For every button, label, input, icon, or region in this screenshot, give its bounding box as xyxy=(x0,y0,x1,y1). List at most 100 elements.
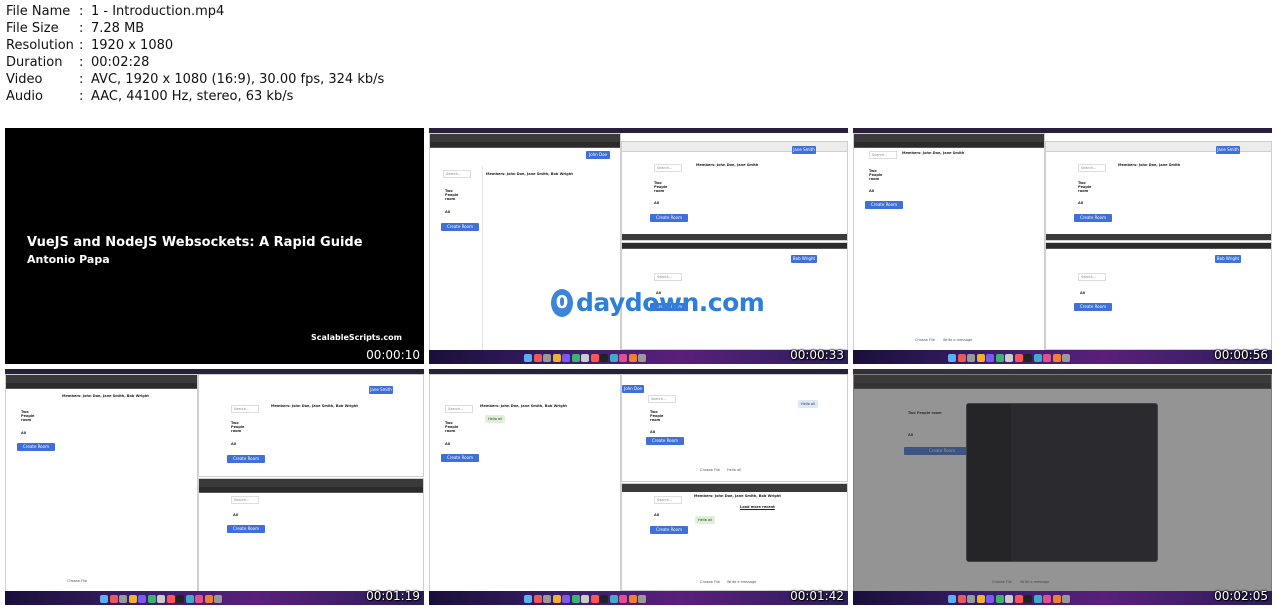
choose-file-button[interactable]: Choose File xyxy=(67,579,87,583)
app-icon[interactable] xyxy=(562,595,570,603)
choose-file-button[interactable]: Choose File xyxy=(915,338,935,342)
user-button[interactable]: Jane Smith xyxy=(369,386,393,394)
room-all[interactable]: All xyxy=(869,189,874,193)
message-input[interactable]: Hello all xyxy=(727,468,741,472)
app-icon[interactable] xyxy=(1024,595,1032,603)
search-input[interactable]: Search... xyxy=(654,496,682,504)
thumbnail-frame[interactable]: John Doe Search... Members: John Doe, Ja… xyxy=(429,128,848,364)
app-icon[interactable] xyxy=(995,354,1004,362)
room-two-people[interactable]: Two People room xyxy=(654,181,676,193)
app-icon[interactable] xyxy=(552,354,561,362)
app-icon[interactable] xyxy=(948,354,956,362)
app-icon[interactable] xyxy=(571,595,580,603)
app-icon[interactable] xyxy=(1033,354,1042,362)
app-icon[interactable] xyxy=(1005,354,1013,362)
app-icon[interactable] xyxy=(195,595,203,603)
room-all[interactable]: All xyxy=(21,431,26,435)
room-all[interactable]: All xyxy=(231,442,236,446)
room-two-people[interactable]: Two People room xyxy=(1078,181,1100,193)
load-more-link[interactable]: Load more recent xyxy=(740,505,775,509)
app-icon[interactable] xyxy=(543,354,551,362)
app-icon[interactable] xyxy=(628,595,637,603)
create-room-button[interactable]: Create Room xyxy=(227,455,265,463)
room-all[interactable]: All xyxy=(650,430,655,434)
app-icon[interactable] xyxy=(1043,354,1051,362)
room-all[interactable]: All xyxy=(654,513,659,517)
search-input[interactable]: Search... xyxy=(1078,273,1106,281)
file-picker-dialog[interactable] xyxy=(966,403,1158,562)
app-icon[interactable] xyxy=(524,354,532,362)
app-icon[interactable] xyxy=(214,595,222,603)
app-icon[interactable] xyxy=(1005,595,1013,603)
app-icon[interactable] xyxy=(100,595,108,603)
create-room-button[interactable]: Create Room xyxy=(650,214,688,222)
app-icon[interactable] xyxy=(571,354,580,362)
app-icon[interactable] xyxy=(533,354,542,362)
user-button[interactable]: Jane Smith xyxy=(792,146,816,154)
user-button[interactable]: John Doe xyxy=(622,385,644,393)
search-input[interactable]: Search... xyxy=(1078,164,1106,172)
search-input[interactable]: Search... xyxy=(443,170,471,178)
search-input[interactable]: Search... xyxy=(654,164,682,172)
app-icon[interactable] xyxy=(166,595,175,603)
choose-file-button[interactable]: Choose File xyxy=(700,468,720,472)
app-icon[interactable] xyxy=(1062,595,1070,603)
app-icon[interactable] xyxy=(590,354,599,362)
search-input[interactable]: Search... xyxy=(648,395,676,403)
app-icon[interactable] xyxy=(957,595,966,603)
user-button[interactable]: Jane Smith xyxy=(1216,146,1240,154)
create-room-button[interactable]: Create Room xyxy=(865,201,903,209)
create-room-button[interactable]: Create Room xyxy=(17,443,55,451)
thumbnail-frame[interactable]: Two People room All Create Room Choose F… xyxy=(853,369,1272,605)
room-two-people[interactable]: Two People room xyxy=(869,169,891,181)
app-icon[interactable] xyxy=(967,354,975,362)
user-button[interactable]: Bob Wright xyxy=(791,255,817,263)
app-icon[interactable] xyxy=(638,354,646,362)
app-icon[interactable] xyxy=(619,354,627,362)
search-input[interactable]: Search... xyxy=(654,273,682,281)
app-icon[interactable] xyxy=(986,595,994,603)
room-two-people[interactable]: Two People room xyxy=(231,421,253,433)
room-all[interactable]: All xyxy=(1078,201,1083,205)
app-icon[interactable] xyxy=(1024,354,1032,362)
app-icon[interactable] xyxy=(609,595,618,603)
app-icon[interactable] xyxy=(581,354,589,362)
app-icon[interactable] xyxy=(995,595,1004,603)
create-room-button[interactable]: Create Room xyxy=(227,525,265,533)
create-room-button[interactable]: Create Room xyxy=(646,437,684,445)
room-all[interactable]: All xyxy=(654,201,659,205)
app-icon[interactable] xyxy=(600,595,608,603)
search-input[interactable]: Search... xyxy=(231,496,259,504)
app-icon[interactable] xyxy=(948,595,956,603)
search-input[interactable]: Search... xyxy=(869,151,897,159)
create-room-button[interactable]: Create Room xyxy=(441,223,479,231)
room-all[interactable]: All xyxy=(1080,291,1085,295)
app-icon[interactable] xyxy=(562,354,570,362)
app-icon[interactable] xyxy=(524,595,532,603)
choose-file-button[interactable]: Choose File xyxy=(700,580,720,584)
app-icon[interactable] xyxy=(976,354,985,362)
app-icon[interactable] xyxy=(976,595,985,603)
create-room-button[interactable]: Create Room xyxy=(650,526,688,534)
message-input[interactable]: Write a message xyxy=(727,580,756,584)
app-icon[interactable] xyxy=(138,595,146,603)
thumbnail-frame[interactable]: Search... Members: John Doe, Jane Smith … xyxy=(853,128,1272,364)
app-icon[interactable] xyxy=(1062,354,1070,362)
app-icon[interactable] xyxy=(119,595,127,603)
app-icon[interactable] xyxy=(552,595,561,603)
message-input[interactable]: Write a message xyxy=(943,338,972,342)
user-button[interactable]: Bob Wright xyxy=(1215,255,1241,263)
app-icon[interactable] xyxy=(600,354,608,362)
room-two-people[interactable]: Two People room xyxy=(445,189,467,201)
room-all[interactable]: All xyxy=(445,210,450,214)
app-icon[interactable] xyxy=(1014,354,1023,362)
app-icon[interactable] xyxy=(1052,595,1061,603)
app-icon[interactable] xyxy=(590,595,599,603)
create-room-button[interactable]: Create Room xyxy=(1074,214,1112,222)
app-icon[interactable] xyxy=(581,595,589,603)
app-icon[interactable] xyxy=(185,595,194,603)
search-input[interactable]: Search... xyxy=(231,405,259,413)
room-two-people[interactable]: Two People room xyxy=(21,410,43,422)
app-icon[interactable] xyxy=(147,595,156,603)
app-icon[interactable] xyxy=(1014,595,1023,603)
